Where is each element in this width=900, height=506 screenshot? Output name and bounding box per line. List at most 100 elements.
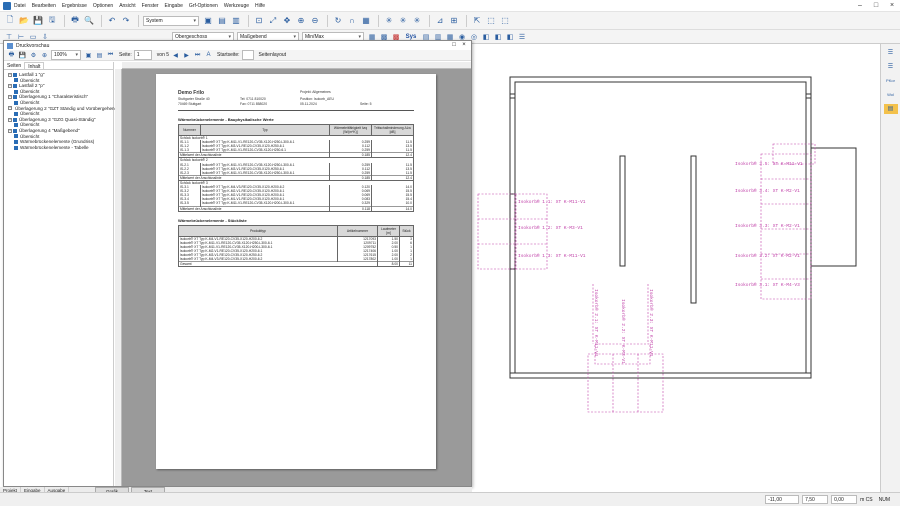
- fit-width-icon[interactable]: ▣: [84, 51, 93, 60]
- city: 70469 Stuttgart: [178, 102, 202, 106]
- snap-icon[interactable]: ✳: [383, 15, 395, 27]
- magnet-icon[interactable]: ∩: [346, 15, 358, 27]
- fit-page-icon[interactable]: ▤: [95, 51, 104, 60]
- measure-icon[interactable]: ⊿: [434, 15, 446, 27]
- expand-icon[interactable]: −: [8, 128, 12, 133]
- expand-icon[interactable]: −: [8, 106, 12, 111]
- maximize-icon[interactable]: □: [868, 0, 884, 12]
- zoom-in-icon[interactable]: ⊕: [295, 15, 307, 27]
- preview-print-icon[interactable]: 🖶: [7, 51, 16, 60]
- menu-ergebnisse[interactable]: Ergebnisse: [62, 3, 87, 9]
- last-page-icon[interactable]: ⏭: [193, 51, 202, 60]
- menu-ansicht[interactable]: Ansicht: [119, 3, 135, 9]
- label-isokorb-3-1: Isokorb® 3.1: XT K-M4-V3: [735, 281, 800, 288]
- calculate-icon[interactable]: ▤: [216, 15, 228, 27]
- page-viewport[interactable]: Demo Frilo Projekt: Allgemeines Stuttgar…: [122, 69, 471, 486]
- layers-icon[interactable]: ☰: [517, 32, 527, 42]
- new-file-icon[interactable]: 🗋: [4, 15, 16, 27]
- preview-settings-icon[interactable]: ⚙: [29, 51, 38, 60]
- undo-icon[interactable]: ↶: [106, 15, 118, 27]
- expand-icon[interactable]: −: [8, 83, 12, 88]
- print-preview-icon[interactable]: 🔍: [83, 15, 95, 27]
- col-impact-sound: Trittschallminderung ΔLw [dB]: [371, 124, 414, 136]
- menu-hilfe[interactable]: Hilfe: [255, 3, 265, 9]
- print-icon[interactable]: 🖶: [69, 15, 81, 27]
- export-icon[interactable]: ▣: [202, 15, 214, 27]
- label-isokorb-1-1: Isokorb® 1.1: XT K-M11-V1: [518, 198, 586, 205]
- close-icon[interactable]: ×: [884, 0, 900, 12]
- menu-eingabe[interactable]: Eingabe: [165, 3, 183, 9]
- tab-inhalt[interactable]: Inhalt: [24, 62, 45, 70]
- minimize-icon[interactable]: –: [852, 0, 868, 12]
- expand-icon[interactable]: −: [8, 72, 12, 77]
- preview-zoom-icon[interactable]: ⊕: [40, 51, 49, 60]
- open-folder-icon[interactable]: 📂: [18, 15, 30, 27]
- street: Stuttgarter Straße 40: [178, 97, 210, 101]
- start-page-input[interactable]: [241, 50, 254, 60]
- redo-icon[interactable]: ↷: [120, 15, 132, 27]
- position-label: Position: Isokorb_AEU: [300, 97, 334, 101]
- stack2-icon[interactable]: ☰: [884, 62, 898, 72]
- system-dropdown[interactable]: System ▾: [143, 15, 199, 26]
- menu-grf-optionen[interactable]: Grf-Optionen: [189, 3, 218, 9]
- save-as-icon[interactable]: 🖫: [46, 15, 58, 27]
- total-length: 8.00: [377, 261, 400, 268]
- stack-icon[interactable]: ☰: [884, 48, 898, 58]
- menu-werkzeuge[interactable]: Werkzeuge: [224, 3, 249, 9]
- col-product: Produkttyp: [178, 224, 338, 237]
- shape1-icon[interactable]: ◧: [481, 32, 491, 42]
- tree-item[interactable]: Wärmebrückenelemente - Tabelle: [6, 145, 113, 151]
- next-page-icon[interactable]: ▶: [182, 51, 191, 60]
- page-number: Seite: 5: [360, 102, 372, 106]
- label-isokorb-3-2: Isokorb® 3.2: XT K-M2-V1: [735, 252, 800, 259]
- window-select-icon[interactable]: ⬚: [485, 15, 497, 27]
- preview-save-icon[interactable]: 💾: [18, 51, 27, 60]
- col-type: Typ: [200, 124, 330, 136]
- shape2-icon[interactable]: ◧: [493, 32, 503, 42]
- report-page: Demo Frilo Projekt: Allgemeines Stuttgar…: [156, 74, 436, 469]
- menu-optionen[interactable]: Optionen: [93, 3, 113, 9]
- grid-icon[interactable]: ▦: [360, 15, 372, 27]
- menu-bearbeiten[interactable]: Bearbeiten: [32, 3, 56, 9]
- refresh-icon[interactable]: ↻: [332, 15, 344, 27]
- layout-label[interactable]: Seitenlayout: [259, 52, 287, 58]
- page-number-input[interactable]: 1: [133, 50, 152, 60]
- isokorb-labels: Isokorb® 1.1: XT K-M11-V1 Isokorb® 1.2: …: [518, 160, 803, 364]
- prev-page-icon[interactable]: ◀: [171, 51, 180, 60]
- zoom-window-icon[interactable]: ⊡: [253, 15, 265, 27]
- preview-title: Druckvorschau: [16, 42, 50, 49]
- zoom-out-icon[interactable]: ⊖: [309, 15, 321, 27]
- menu-datei[interactable]: Datei: [14, 3, 26, 9]
- total-label: Gesamt: [178, 261, 378, 268]
- snap-end-icon[interactable]: ✳: [397, 15, 409, 27]
- shape3-icon[interactable]: ◧: [505, 32, 515, 42]
- status-unit: m CS: [860, 496, 873, 503]
- save-icon[interactable]: 💾: [32, 15, 44, 27]
- first-page-icon[interactable]: ⏮: [106, 51, 115, 60]
- preview-restore-icon[interactable]: □: [449, 41, 459, 50]
- menu-fenster[interactable]: Fenster: [142, 3, 159, 9]
- section-parts-list: Wärmebrückenelemente - Stückliste: [178, 217, 247, 223]
- preview-close-icon[interactable]: ×: [459, 41, 469, 50]
- pan-icon[interactable]: ✥: [281, 15, 293, 27]
- text-icon[interactable]: A: [204, 51, 213, 60]
- layout-icon[interactable]: ▥: [230, 15, 242, 27]
- tab-seiten[interactable]: Seiten: [4, 62, 24, 69]
- status-bar: -11,00 7,50 0,00 m CS NUM: [0, 492, 900, 506]
- select-icon[interactable]: ⇱: [471, 15, 483, 27]
- zoom-dropdown[interactable]: 100% ▾: [51, 50, 81, 60]
- total-row: Gesamt 8.00 11: [178, 261, 414, 268]
- expand-icon[interactable]: −: [8, 95, 12, 100]
- floor-plan: Isokorb® 1.1: XT K-M11-V1 Isokorb® 1.2: …: [477, 76, 857, 413]
- snap-mid-icon[interactable]: ✳: [411, 15, 423, 27]
- crossing-select-icon[interactable]: ⬚: [499, 15, 511, 27]
- note-icon[interactable]: ▤: [883, 104, 898, 114]
- dimension-icon[interactable]: ⊞: [448, 15, 460, 27]
- zoom-extents-icon[interactable]: ⤢: [267, 15, 279, 27]
- drawing-canvas[interactable]: Isokorb® 1.1: XT K-M11-V1 Isokorb® 1.2: …: [472, 44, 880, 492]
- wol-button[interactable]: Wol: [884, 90, 898, 100]
- page-icon: [14, 100, 18, 105]
- pkor-button[interactable]: PKor: [884, 76, 898, 86]
- expand-icon[interactable]: −: [8, 117, 12, 122]
- label-isokorb-3-3: Isokorb® 3.3: XT K-M2-V1: [735, 222, 800, 229]
